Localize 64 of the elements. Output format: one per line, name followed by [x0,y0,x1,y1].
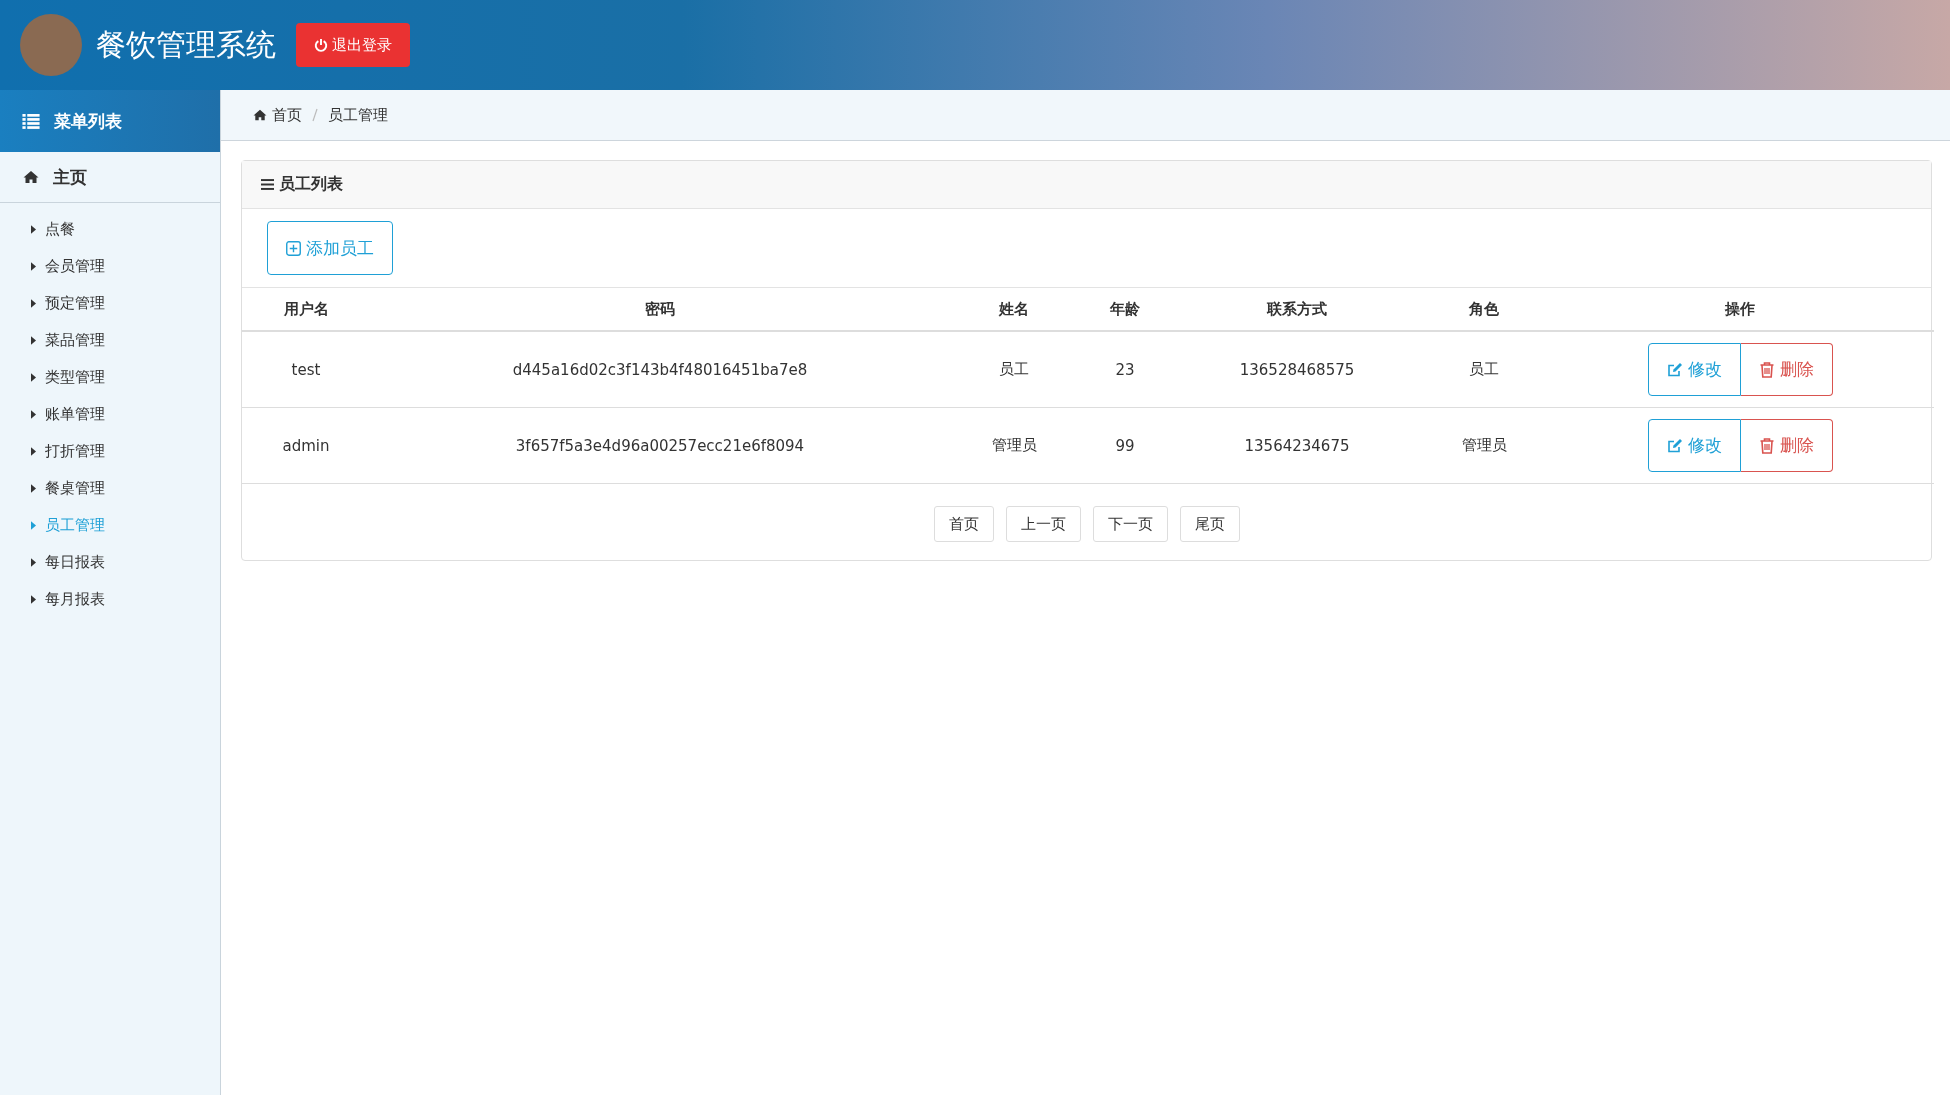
table-cell: 员工 [1422,331,1546,408]
home-icon [23,170,39,184]
column-header: 联系方式 [1172,288,1422,331]
caret-icon [31,410,36,419]
pagination-button[interactable]: 下一页 [1092,506,1168,542]
table-cell: test [242,331,370,408]
table-cell: admin [242,407,370,484]
pagination-button[interactable]: 尾页 [1179,506,1240,542]
caret-icon [31,373,36,382]
sidebar-menu-item[interactable]: 每月报表 [0,581,220,618]
home-icon [253,109,267,121]
edit-icon [1666,437,1683,454]
caret-icon [31,521,36,530]
sidebar-menu-item[interactable]: 会员管理 [0,248,220,285]
delete-button[interactable]: 删除 [1740,419,1833,472]
trash-icon [1758,361,1775,378]
caret-icon [31,262,36,271]
plus-square-icon [286,240,301,256]
table-cell: 3f657f5a3e4d96a00257ecc21e6f8094 [370,407,950,484]
trash-icon [1758,437,1775,454]
sidebar-menu-item[interactable]: 预定管理 [0,285,220,322]
caret-icon [31,558,36,567]
column-header: 用户名 [242,288,370,331]
home-menu-item[interactable]: 主页 [0,152,220,203]
table-cell: 136528468575 [1172,331,1422,408]
sidebar-menu-item[interactable]: 每日报表 [0,544,220,581]
sidebar-menu-item[interactable]: 餐桌管理 [0,470,220,507]
delete-button[interactable]: 删除 [1740,343,1833,396]
table-cell: 23 [1078,331,1172,408]
sidebar-menu-item[interactable]: 类型管理 [0,359,220,396]
sidebar-title: 菜单列表 [54,109,122,133]
list-icon [22,113,40,129]
slash-separator-icon [312,108,318,122]
pagination-button[interactable]: 首页 [933,506,994,542]
panel-title: 员工列表 [279,174,343,195]
table-cell: 管理员 [950,407,1078,484]
caret-icon [31,225,36,234]
app-title: 餐饮管理系统 [96,25,276,64]
edit-icon [1666,361,1683,378]
column-header: 操作 [1546,288,1934,331]
table-cell: 管理员 [1422,407,1546,484]
column-header: 角色 [1422,288,1546,331]
column-header: 密码 [370,288,950,331]
breadcrumb-link[interactable]: 首页 [253,105,302,125]
menu-icon [261,179,274,190]
column-header: 姓名 [950,288,1078,331]
caret-icon [31,484,36,493]
logout-button[interactable]: 退出登录 [296,23,410,67]
breadcrumb-link[interactable]: 员工管理 [328,105,388,125]
sidebar-menu-item[interactable]: 点餐 [0,211,220,248]
table-cell: 99 [1078,407,1172,484]
sidebar-menu-item[interactable]: 菜品管理 [0,322,220,359]
power-icon [314,38,328,52]
pagination-button[interactable]: 上一页 [1005,506,1081,542]
caret-icon [31,336,36,345]
sidebar-menu-item[interactable]: 打折管理 [0,433,220,470]
caret-icon [31,447,36,456]
column-header: 年龄 [1078,288,1172,331]
sidebar-menu-item[interactable]: 账单管理 [0,396,220,433]
table-cell: 13564234675 [1172,407,1422,484]
table-cell: 员工 [950,331,1078,408]
caret-icon [31,299,36,308]
caret-icon [31,595,36,604]
table-cell: d445a16d02c3f143b4f48016451ba7e8 [370,331,950,408]
